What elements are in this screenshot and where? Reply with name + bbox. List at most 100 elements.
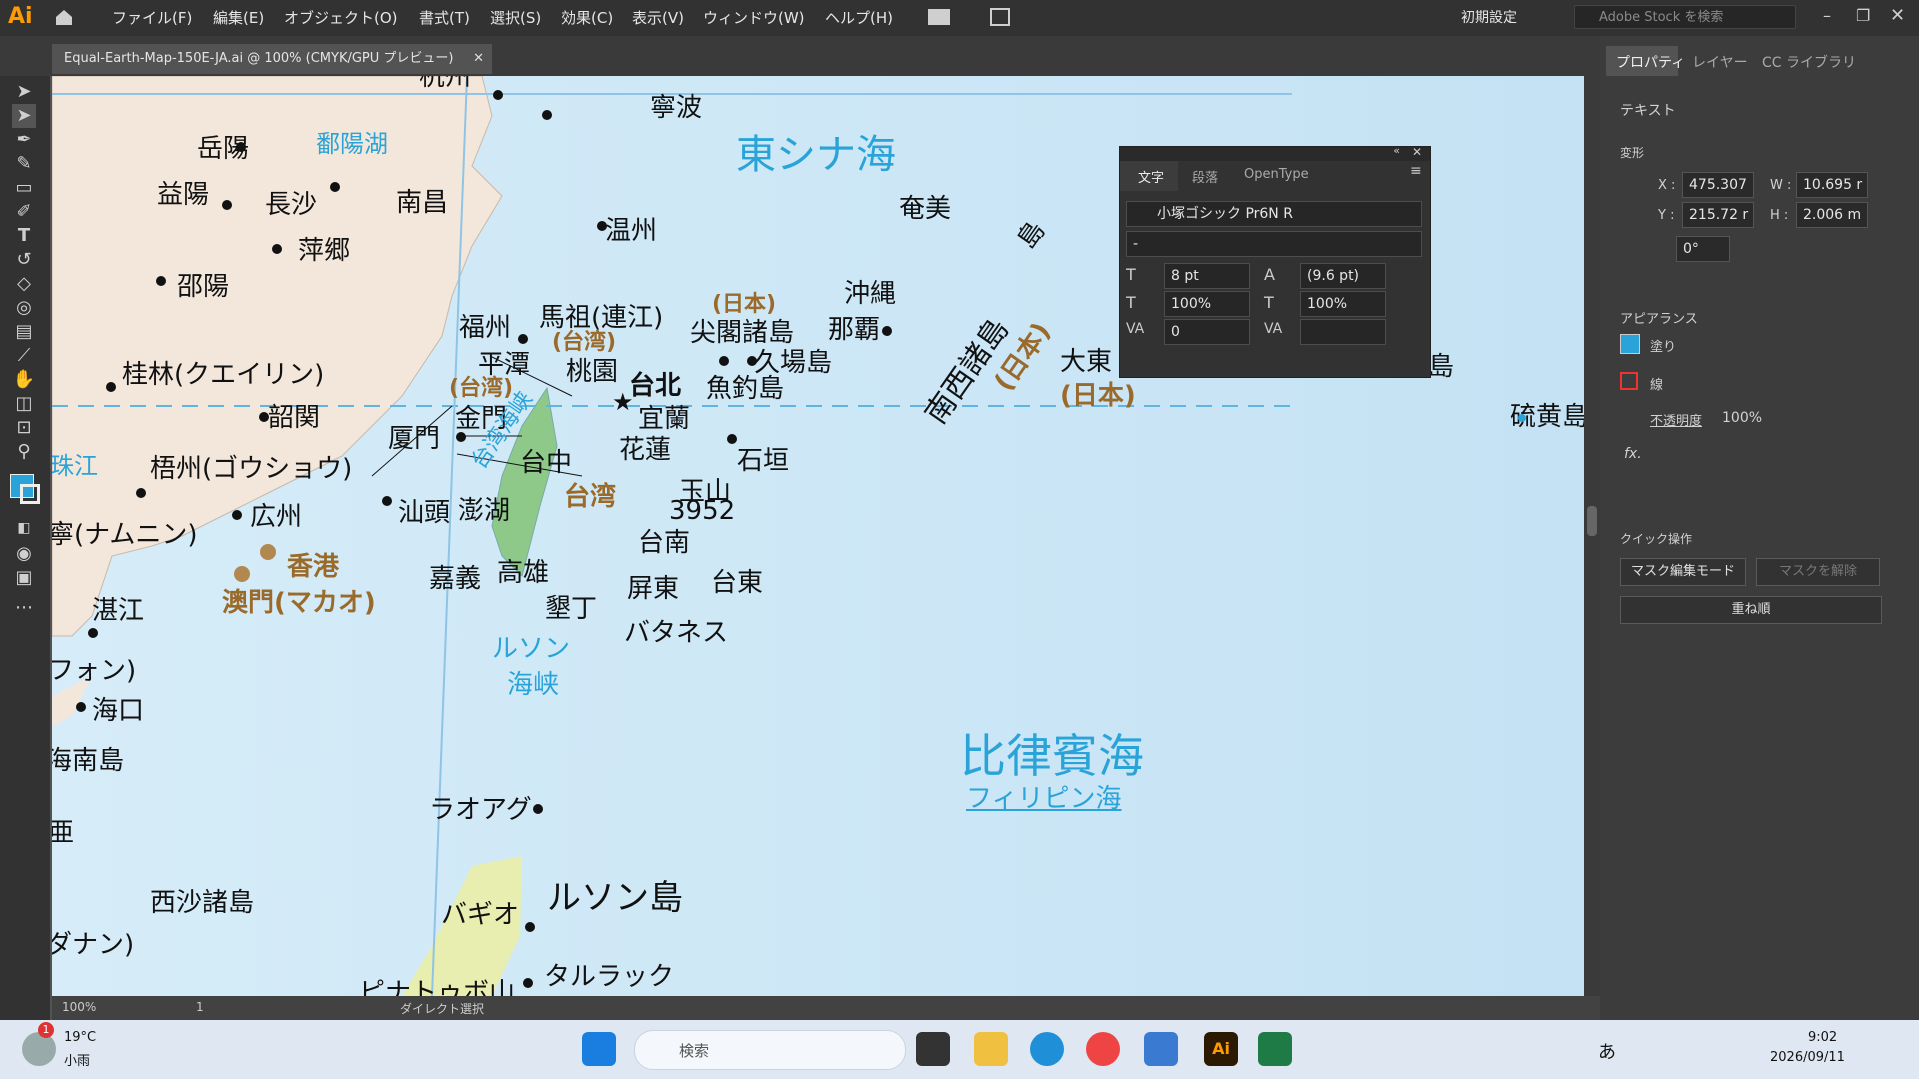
illustrator-icon[interactable]: Ai — [1204, 1032, 1238, 1066]
tracking-icon: VA — [1126, 321, 1145, 337]
h-field[interactable]: 2.006 m — [1796, 202, 1868, 228]
label-philippine-sea: フィリピン海 — [966, 784, 1122, 814]
x-field[interactable]: 475.307 — [1682, 172, 1754, 198]
mask-edit-button[interactable]: マスク編集モード — [1620, 558, 1746, 586]
artboard-canvas[interactable]: 杭州 寧波 岳陽 鄱陽湖 東シナ海 益陽 長沙 南昌 温州 萍郷 邵陽 奄美 福… — [52, 76, 1584, 996]
home-icon[interactable] — [54, 8, 74, 26]
menu-type[interactable]: 書式(T) — [419, 7, 470, 28]
taskbar-search[interactable]: 検索 — [634, 1030, 906, 1070]
opacity-label[interactable]: 不透明度 — [1650, 410, 1702, 429]
artboard-tool-icon[interactable]: ⊡ — [12, 416, 36, 440]
panel-titlebar[interactable]: ✕ « — [1120, 144, 1430, 161]
city-dot — [597, 221, 607, 231]
pen-tool-icon[interactable]: ✒ — [12, 128, 36, 152]
arrange-button[interactable]: 重ね順 — [1620, 596, 1882, 624]
eraser-tool-icon[interactable]: ◇ — [12, 272, 36, 296]
tab-properties[interactable]: プロパティ — [1616, 52, 1685, 72]
ime-indicator[interactable]: あ — [1598, 1038, 1616, 1064]
screen-mode-icon[interactable]: ▣ — [12, 566, 36, 590]
close-window-icon[interactable]: ✕ — [1890, 5, 1905, 26]
close-tab-icon[interactable]: ✕ — [473, 44, 484, 74]
stroke-color-swatch[interactable] — [1620, 372, 1638, 390]
city-dot — [156, 276, 166, 286]
kerning-field[interactable] — [1300, 319, 1386, 345]
horizontal-scale-field[interactable]: 100% — [1300, 291, 1386, 317]
font-style-select[interactable]: - — [1126, 231, 1422, 257]
label-taitung: 台東 — [711, 568, 764, 598]
release-mask-button[interactable]: マスクを解除 — [1756, 558, 1880, 586]
draw-mode-icon[interactable]: ◉ — [12, 542, 36, 566]
file-explorer-icon[interactable] — [974, 1032, 1008, 1066]
panel-menu-icon[interactable]: ≡ — [1410, 163, 1422, 179]
menu-help[interactable]: ヘルプ(H) — [825, 7, 893, 28]
opacity-value[interactable]: 100% — [1722, 410, 1762, 426]
menu-window[interactable]: ウィンドウ(W) — [703, 7, 805, 28]
current-tool[interactable]: ダイレクト選択 — [400, 1000, 484, 1017]
menu-view[interactable]: 表示(V) — [632, 7, 684, 28]
artboard-number[interactable]: 1 — [196, 1000, 204, 1014]
zoom-level[interactable]: 100% — [62, 1000, 96, 1014]
start-icon[interactable] — [582, 1032, 616, 1066]
selection-tool-icon[interactable]: ➤ — [12, 80, 36, 104]
stroke-swatch[interactable] — [20, 484, 40, 504]
more-tools-icon[interactable]: ⋯ — [12, 596, 36, 620]
leading-field[interactable]: (9.6 pt) — [1300, 263, 1386, 289]
menu-edit[interactable]: 編集(E) — [213, 7, 264, 28]
city-dot — [518, 334, 528, 344]
collapse-panel-icon[interactable]: « — [1393, 144, 1400, 157]
w-field[interactable]: 10.695 r — [1796, 172, 1868, 198]
minimize-icon[interactable]: – — [1823, 6, 1831, 25]
rotate-field[interactable]: 0° — [1676, 236, 1730, 262]
share-icon[interactable] — [990, 8, 1010, 26]
gradient-tool-icon[interactable]: ▤ — [12, 320, 36, 344]
menu-select[interactable]: 選択(S) — [490, 7, 541, 28]
adobe-stock-search[interactable]: Adobe Stock を検索 — [1574, 5, 1796, 29]
document-tab[interactable]: Equal-Earth-Map-150E-JA.ai @ 100% (CMYK/… — [52, 44, 492, 74]
scroll-thumb[interactable] — [1587, 506, 1597, 536]
menu-file[interactable]: ファイル(F) — [112, 7, 192, 28]
task-view-icon[interactable] — [916, 1032, 950, 1066]
clock-time[interactable]: 9:02 — [1808, 1030, 1837, 1045]
tab-opentype[interactable]: OpenType — [1244, 167, 1309, 182]
arrange-documents-icon[interactable] — [928, 9, 950, 25]
label-taipei: 台北 — [629, 371, 682, 401]
direct-selection-tool-icon[interactable]: ➤ — [12, 104, 36, 128]
edge-icon[interactable] — [1030, 1032, 1064, 1066]
vertical-scrollbar[interactable] — [1584, 76, 1600, 996]
color-mode-icon[interactable]: ◧ — [12, 516, 36, 540]
y-field[interactable]: 215.72 r — [1682, 202, 1754, 228]
shape-builder-tool-icon[interactable]: ◫ — [12, 392, 36, 416]
workspace-switcher[interactable]: 初期設定 — [1461, 7, 1517, 27]
font-family-select[interactable]: 小塚ゴシック Pr6N R — [1126, 201, 1422, 227]
font-size-field[interactable]: 8 pt — [1164, 263, 1250, 289]
zoom-tool-icon[interactable]: ⚲ — [12, 440, 36, 464]
clock-date[interactable]: 2026/09/11 — [1770, 1050, 1845, 1065]
tab-paragraph[interactable]: 段落 — [1192, 167, 1218, 186]
type-tool-icon[interactable]: T — [12, 224, 36, 248]
menu-effect[interactable]: 効果(C) — [561, 7, 613, 28]
stroke-label[interactable]: 線 — [1650, 374, 1663, 393]
restore-icon[interactable]: ❐ — [1856, 6, 1870, 25]
close-panel-icon[interactable]: ✕ — [1412, 145, 1422, 159]
curvature-tool-icon[interactable]: ✎ — [12, 152, 36, 176]
weather-icon[interactable] — [22, 1032, 56, 1066]
photos-icon[interactable] — [1144, 1032, 1178, 1066]
blend-tool-icon[interactable]: ✋ — [12, 368, 36, 392]
rectangle-tool-icon[interactable]: ▭ — [12, 176, 36, 200]
menu-object[interactable]: オブジェクト(O) — [284, 7, 398, 28]
paintbrush-tool-icon[interactable]: ✐ — [12, 200, 36, 224]
vertical-scale-field[interactable]: 100% — [1164, 291, 1250, 317]
warp-tool-icon[interactable]: ◎ — [12, 296, 36, 320]
fill-color-swatch[interactable] — [1620, 334, 1640, 354]
excel-icon[interactable] — [1258, 1032, 1292, 1066]
tab-character[interactable]: 文字 — [1120, 161, 1178, 191]
rotate-tool-icon[interactable]: ↺ — [12, 248, 36, 272]
eyedropper-tool-icon[interactable]: ⟋ — [12, 344, 36, 368]
tab-layers[interactable]: レイヤー — [1692, 52, 1748, 72]
label-chiayi: 嘉義 — [429, 564, 482, 594]
chrome-icon[interactable] — [1086, 1032, 1120, 1066]
fx-button[interactable]: fx. — [1624, 446, 1642, 462]
tab-cc-libraries[interactable]: CC ライブラリ — [1762, 52, 1856, 72]
tracking-field[interactable]: 0 — [1164, 319, 1250, 345]
label-penghu: 澎湖 — [458, 496, 511, 526]
